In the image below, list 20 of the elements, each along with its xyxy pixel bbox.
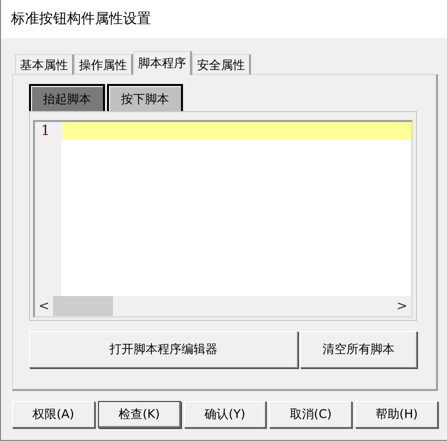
window-title: 标准按钮构件属性设置 — [1, 0, 447, 38]
tab[interactable]: 基本属性 — [15, 54, 74, 75]
horizontal-scrollbar[interactable]: < > — [35, 296, 411, 316]
clear-scripts-button[interactable]: 清空所有脚本 — [300, 331, 417, 368]
tab[interactable]: 脚本程序 — [133, 51, 192, 75]
scroll-right-button[interactable]: > — [393, 298, 411, 314]
dialog-button[interactable]: 确认(Y) — [184, 401, 266, 428]
script-tab[interactable]: 抬起脚本 — [29, 84, 105, 111]
tab[interactable]: 安全属性 — [192, 54, 251, 75]
script-tab[interactable]: 按下脚本 — [107, 84, 183, 111]
code-editor[interactable]: 1 < > — [33, 120, 413, 318]
tab[interactable]: 操作属性 — [74, 54, 133, 75]
dialog-button[interactable]: 检查(K) — [98, 401, 181, 428]
line-number: 1 — [40, 122, 51, 140]
scroll-left-button[interactable]: < — [35, 298, 53, 314]
open-editor-button[interactable]: 打开脚本程序编辑器 — [29, 331, 298, 368]
dialog-button[interactable]: 取消(C) — [269, 401, 352, 428]
dialog-button[interactable]: 权限(A) — [12, 401, 95, 428]
scrollbar-thumb[interactable] — [53, 296, 113, 316]
dialog-button[interactable]: 帮助(H) — [355, 401, 438, 428]
